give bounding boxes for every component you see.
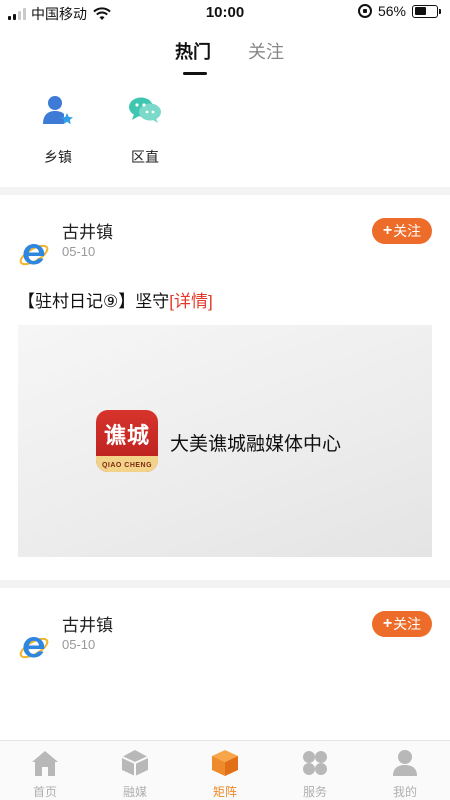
battery-icon [412, 4, 441, 18]
home-icon [32, 751, 58, 776]
tab-follow[interactable]: 关注 [248, 38, 284, 64]
follow-button-label: 关注 [393, 223, 422, 239]
nav-home-label: 首页 [32, 785, 57, 799]
category-town[interactable]: 乡镇 [28, 92, 88, 167]
bottom-nav: 首页 融媒 矩阵 服务 我的 [0, 740, 450, 800]
qiaocheng-app-logo: 谯城 QIAO CHENG [96, 410, 158, 472]
nav-mine-label: 我的 [392, 785, 417, 799]
rotation-lock-icon [357, 4, 372, 18]
cube-icon [121, 750, 149, 776]
nav-media-label: 融媒 [122, 785, 147, 799]
chat-bubbles-icon [129, 97, 161, 123]
category-district[interactable]: 区直 [115, 92, 175, 167]
post-date: 05-10 [62, 637, 96, 652]
post-title-text: 【驻村日记⑨】坚守 [18, 292, 170, 311]
browser-e-icon [19, 244, 49, 266]
post-author[interactable]: 古井镇 [62, 218, 113, 243]
nav-service-label: 服务 [302, 785, 327, 799]
plus-icon: + [382, 222, 393, 239]
box-icon [212, 750, 238, 776]
category-town-label: 乡镇 [44, 149, 72, 165]
person-icon [393, 750, 417, 776]
follow-button[interactable]: + 关注 [372, 611, 432, 637]
user-star-icon [43, 96, 73, 125]
tab-hot[interactable]: 热门 [175, 38, 211, 64]
nav-service[interactable]: 服务 [270, 741, 360, 800]
battery-fill [414, 7, 427, 15]
grid-icon [303, 751, 327, 775]
status-bar: 中国移动 10:00 56% [0, 0, 450, 26]
status-right: 56% [357, 3, 441, 19]
post-title[interactable]: 【驻村日记⑨】坚守[详情] [18, 287, 213, 312]
nav-mine[interactable]: 我的 [360, 741, 450, 800]
post-date: 05-10 [62, 244, 96, 259]
browser-e-icon [19, 637, 49, 659]
category-district-label: 区直 [131, 149, 159, 165]
follow-button-label: 关注 [393, 616, 422, 632]
post-header: 古井镇 05-10 + 关注 [0, 218, 450, 278]
post-author[interactable]: 古井镇 [62, 611, 113, 636]
post-detail-link[interactable]: [详情] [169, 292, 212, 311]
section-divider [0, 187, 450, 195]
plus-icon: + [382, 615, 393, 632]
nav-matrix[interactable]: 矩阵 [180, 741, 270, 800]
nav-home[interactable]: 首页 [0, 741, 90, 800]
logo-glyph: 谯城 [103, 423, 150, 449]
post-header: 古井镇 05-10 + 关注 [0, 611, 450, 671]
logo-en-text: QIAO CHENG [101, 462, 153, 469]
follow-button[interactable]: + 关注 [372, 218, 432, 244]
top-tabs: 热门 关注 [0, 38, 450, 82]
post-image[interactable]: 谯城 QIAO CHENG 大美谯城融媒体中心 [18, 325, 432, 557]
section-divider [0, 580, 450, 588]
active-tab-indicator [183, 72, 207, 75]
nav-media[interactable]: 融媒 [90, 741, 180, 800]
battery-percent: 56% [377, 3, 406, 19]
nav-matrix-label: 矩阵 [212, 785, 237, 799]
image-app-name: 大美谯城融媒体中心 [170, 434, 342, 455]
